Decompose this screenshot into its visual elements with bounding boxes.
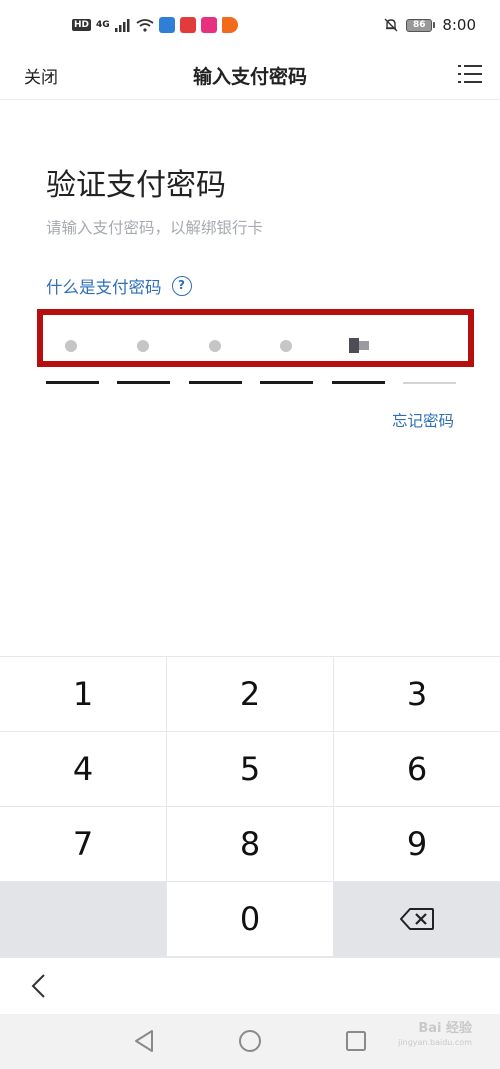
network-type: 4G <box>96 20 110 30</box>
key-4[interactable]: 4 <box>0 732 166 806</box>
password-slot-2 <box>117 381 170 384</box>
key-delete[interactable] <box>334 882 500 956</box>
wifi-icon <box>136 18 154 32</box>
verify-subtitle: 请输入支付密码，以解绑银行卡 <box>46 219 264 237</box>
password-typing-indicator <box>349 338 369 353</box>
password-dot-2 <box>137 340 149 352</box>
password-dot-3 <box>209 340 221 352</box>
key-2[interactable]: 2 <box>167 657 333 731</box>
chevron-left-icon[interactable] <box>28 972 50 1000</box>
key-3[interactable]: 3 <box>334 657 500 731</box>
password-highlight-box <box>37 309 474 367</box>
hd-badge: HD <box>72 19 92 31</box>
key-empty <box>0 882 166 956</box>
key-0[interactable]: 0 <box>167 882 333 956</box>
signal-icon <box>114 18 130 32</box>
key-5[interactable]: 5 <box>167 732 333 806</box>
password-dot-1 <box>65 340 77 352</box>
password-slot-3 <box>189 381 242 384</box>
watermark: Bai 经验 jingyan.baidu.com <box>398 1022 472 1050</box>
password-dot-4 <box>280 340 292 352</box>
key-8[interactable]: 8 <box>167 807 333 881</box>
what-is-password-link[interactable]: 什么是支付密码 ? <box>46 274 192 298</box>
bell-muted-icon <box>384 18 398 32</box>
close-button[interactable]: 关闭 <box>24 63 58 88</box>
bottom-back-bar <box>0 958 500 1014</box>
system-nav-bar: Bai 经验 jingyan.baidu.com <box>0 1014 500 1069</box>
clock: 8:00 <box>442 16 476 34</box>
header-bar: 关闭 输入支付密码 <box>0 50 500 100</box>
backspace-icon <box>400 908 434 930</box>
app-notification-icon-3 <box>200 17 217 33</box>
key-6[interactable]: 6 <box>334 732 500 806</box>
help-link-label: 什么是支付密码 <box>46 278 162 297</box>
forgot-password-link[interactable]: 忘记密码 <box>392 409 454 431</box>
battery-level: 86 <box>406 18 433 32</box>
app-notification-icon-2 <box>179 17 196 33</box>
app-notification-icon-1 <box>158 17 175 33</box>
numeric-keypad: 1 2 3 4 5 6 7 8 9 0 <box>0 656 500 958</box>
key-9[interactable]: 9 <box>334 807 500 881</box>
status-bar-left: HD 4G <box>72 17 238 33</box>
password-slot-4 <box>260 381 313 384</box>
nav-home-circle-icon[interactable] <box>236 1027 264 1055</box>
nav-back-triangle-icon[interactable] <box>130 1027 158 1055</box>
password-slot-1 <box>46 381 99 384</box>
password-slot-6 <box>403 382 456 384</box>
key-7[interactable]: 7 <box>0 807 166 881</box>
app-notification-icon-4 <box>221 17 238 33</box>
verify-title: 验证支付密码 <box>46 168 226 203</box>
page-title: 输入支付密码 <box>192 66 307 88</box>
key-1[interactable]: 1 <box>0 657 166 731</box>
status-bar-right: 86 8:00 <box>383 16 476 34</box>
watermark-text: Bai 经验 <box>418 1021 472 1036</box>
nav-recents-square-icon[interactable] <box>342 1027 370 1055</box>
menu-list-icon[interactable] <box>458 64 482 84</box>
watermark-url: jingyan.baidu.com <box>398 1038 472 1047</box>
battery-icon: 86 <box>406 18 436 32</box>
help-question-icon[interactable]: ? <box>171 276 192 296</box>
status-bar: HD 4G 86 8:00 <box>0 0 500 50</box>
password-slot-5 <box>332 381 385 384</box>
